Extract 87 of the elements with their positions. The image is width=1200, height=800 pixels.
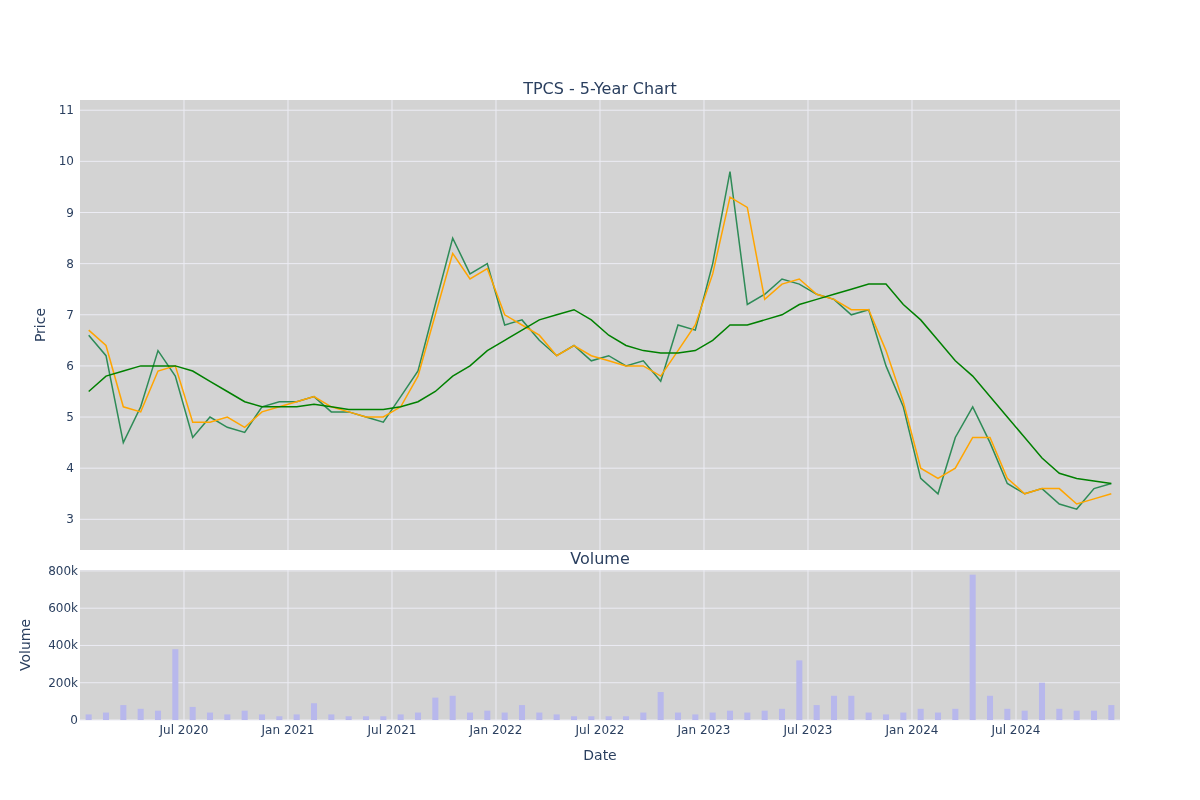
axis-tick-label: 200k — [48, 675, 78, 690]
volume-bar — [1090, 710, 1098, 720]
volume-bar — [813, 705, 820, 720]
volume-bar — [380, 716, 387, 720]
volume-bar — [154, 710, 162, 720]
axis-tick-label: 8 — [66, 256, 74, 271]
volume-bar — [258, 714, 266, 720]
axis-tick-label: Jan 2022 — [469, 723, 523, 737]
volume-bar — [1108, 705, 1115, 720]
axis-tick-label: 5 — [66, 410, 74, 425]
volume-bar — [102, 712, 110, 720]
volume-bar — [882, 714, 890, 720]
volume-bar — [934, 712, 942, 720]
volume-bar — [449, 695, 456, 720]
axis-tick-label: Jan 2021 — [261, 723, 315, 737]
volume-bar — [778, 708, 786, 720]
volume-bar — [1004, 708, 1011, 720]
axis-tick-label: 7 — [66, 307, 74, 322]
axis-tick-label: Jul 2023 — [783, 723, 833, 737]
volume-bar — [692, 714, 699, 720]
axis-tick-label: 400k — [48, 638, 78, 653]
axis-title: Volume — [17, 618, 33, 672]
volume-bar — [206, 712, 214, 720]
volume-bar — [224, 714, 231, 720]
volume-bar — [501, 712, 508, 720]
axis-tick-label: 6 — [66, 358, 74, 373]
axis-tick-label: 11 — [58, 103, 74, 118]
volume-bar — [397, 714, 404, 720]
axis-tick-label: Jul 2022 — [575, 723, 625, 737]
volume-bar — [900, 712, 907, 720]
volume-bar — [414, 712, 422, 720]
axis-title: Price — [32, 307, 48, 343]
axis-tick-label: 10 — [58, 154, 74, 169]
volume-bar — [362, 716, 370, 720]
volume-bar — [640, 712, 647, 720]
chart-title: Volume — [570, 550, 630, 568]
axis-tick-label: Jan 2023 — [677, 723, 731, 737]
axis-tick-label: 9 — [66, 205, 74, 220]
volume-bar — [588, 716, 595, 720]
chart-title: TPCS - 5-Year Chart — [523, 79, 677, 98]
volume-bar — [657, 692, 664, 720]
volume-bar — [986, 695, 994, 720]
volume-bar — [172, 649, 179, 720]
volume-bar — [345, 716, 352, 720]
volume-bar — [917, 708, 924, 720]
volume-bar — [518, 705, 526, 720]
axis-tick-label: Jul 2021 — [367, 723, 417, 737]
volume-bar — [293, 714, 300, 720]
volume-bar — [726, 710, 734, 720]
volume-bar — [432, 697, 439, 720]
axis-tick-label: Jan 2024 — [885, 723, 939, 737]
volume-bar — [276, 716, 283, 720]
volume-bar — [137, 708, 144, 720]
volume-bar — [1038, 682, 1046, 720]
volume-bar — [1056, 708, 1063, 720]
volume-bar — [1021, 710, 1028, 720]
volume-bar — [85, 714, 92, 720]
axis-tick-label: 4 — [66, 461, 74, 476]
volume-bar — [466, 712, 474, 720]
volume-bar — [744, 712, 751, 720]
volume-bar — [622, 716, 630, 720]
volume-bar — [709, 712, 716, 720]
volume-bar — [952, 708, 959, 720]
volume-bar — [796, 660, 803, 720]
volume-bar — [189, 706, 196, 720]
volume-bar — [310, 703, 318, 720]
axis-tick-label: 0 — [70, 713, 78, 727]
volume-bar — [328, 714, 335, 720]
volume-bar — [570, 716, 578, 720]
axis-tick-label: 3 — [66, 512, 74, 527]
volume-bar — [761, 710, 768, 720]
axis-tick-label: Jul 2020 — [159, 723, 209, 737]
volume-bar — [830, 695, 838, 720]
volume-bar — [120, 705, 127, 720]
axis-tick-label: 600k — [48, 601, 78, 616]
volume-bar — [865, 712, 872, 720]
volume-bar — [605, 716, 612, 720]
volume-bar — [1073, 710, 1080, 720]
volume-bar — [536, 712, 543, 720]
volume-bar — [674, 712, 682, 720]
volume-bar — [484, 710, 491, 720]
volume-bar — [848, 695, 855, 720]
axis-title: Date — [583, 747, 617, 763]
volume-bar — [553, 714, 560, 720]
volume-bar — [241, 710, 248, 720]
axis-tick-label: 800k — [48, 563, 78, 578]
axis-tick-label: Jul 2024 — [991, 723, 1041, 737]
